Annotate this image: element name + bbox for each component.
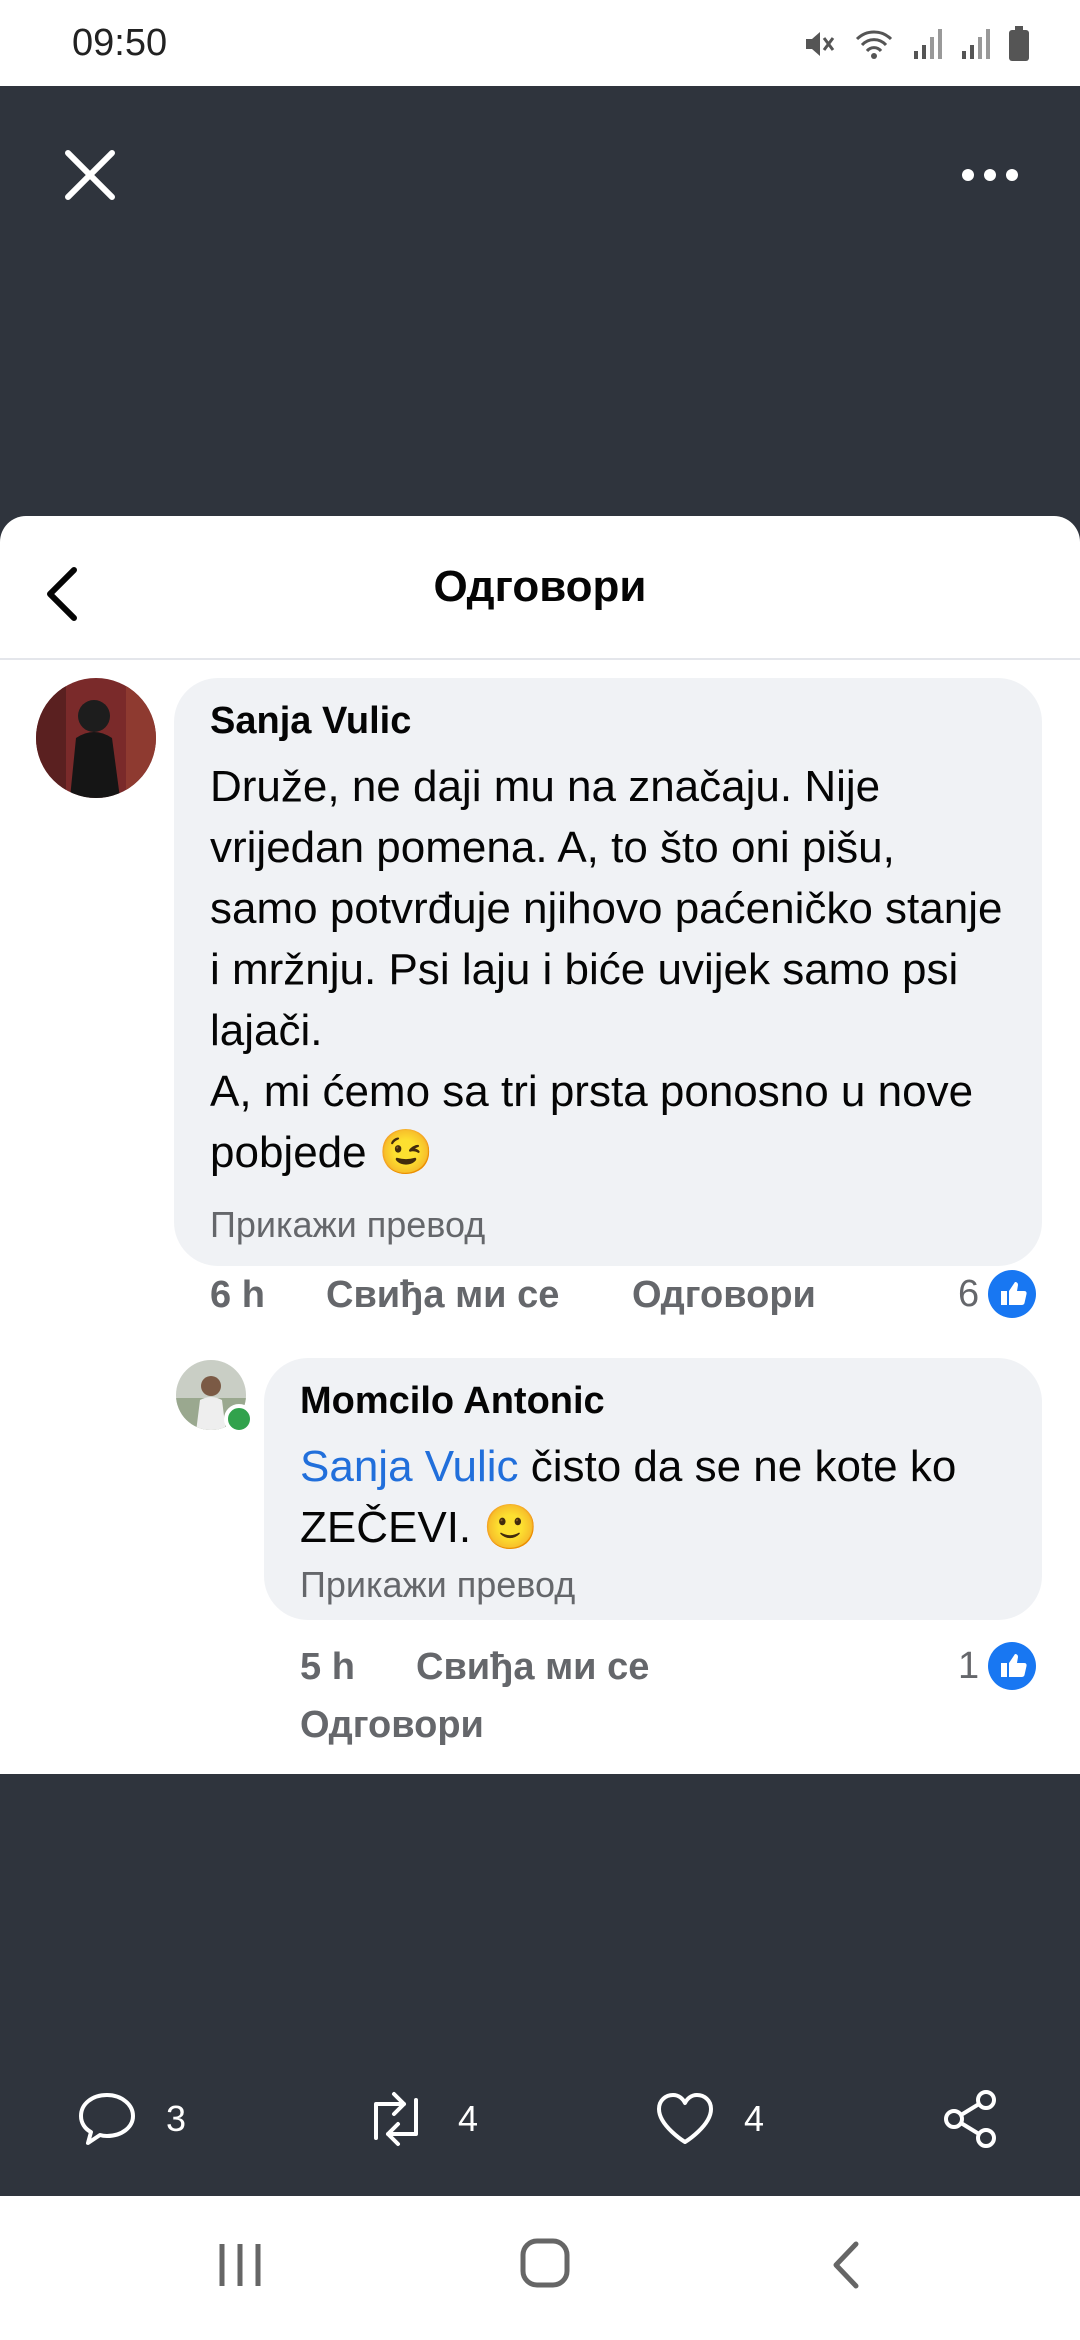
reaction-number: 6: [958, 1272, 980, 1315]
comment-text: Sanja Vulic čisto da se ne kote ko ZEČEV…: [300, 1436, 1020, 1558]
comment-time: 5 h: [300, 1646, 355, 1688]
see-translation-link[interactable]: Прикажи превод: [300, 1564, 575, 1606]
reply-button[interactable]: Одговори: [632, 1274, 816, 1317]
reply-action[interactable]: 3: [76, 2090, 186, 2148]
like-count: 4: [744, 2098, 765, 2139]
battery-icon: [1009, 26, 1029, 61]
reply-button[interactable]: Одговори: [300, 1704, 484, 1747]
avatar[interactable]: [36, 678, 156, 798]
back-nav-icon: [833, 2241, 859, 2289]
signal-2-icon: [962, 29, 990, 59]
share-button[interactable]: [940, 2088, 1002, 2155]
online-status-dot: [224, 1404, 254, 1434]
close-icon: [65, 150, 115, 200]
comment-bubble: Sanja Vulic Druže, ne daji mu na značaju…: [174, 678, 1042, 1266]
status-time: 09:50: [72, 22, 168, 64]
comment-author[interactable]: Sanja Vulic: [210, 700, 411, 743]
reply-screenshot-card: Одговори Sanja Vulic Druže, ne daji mu n…: [0, 516, 1080, 1774]
comment-author[interactable]: Momcilo Antonic: [300, 1380, 605, 1423]
reaction-number: 1: [958, 1644, 980, 1687]
close-button[interactable]: [60, 145, 120, 205]
retweet-action[interactable]: 4: [362, 2090, 478, 2148]
more-icon: [962, 169, 1018, 181]
wifi-icon: [855, 30, 893, 59]
heart-icon: [657, 2093, 713, 2144]
reaction-count[interactable]: 6: [958, 1266, 1037, 1322]
status-bar: 09:50: [0, 0, 1080, 86]
viewer-bottom-area: 3 4 4: [0, 1774, 1080, 2196]
like-icon: [988, 1270, 1037, 1318]
home-icon: [520, 2238, 570, 2288]
reaction-count[interactable]: 1: [958, 1638, 1037, 1694]
recent-apps-icon: [219, 2244, 261, 2286]
see-translation-link[interactable]: Прикажи превод: [210, 1204, 485, 1246]
like-button[interactable]: Свиђа ми се: [326, 1274, 559, 1317]
like-icon: [988, 1642, 1037, 1690]
home-button[interactable]: [518, 2236, 572, 2295]
system-navigation-bar: [0, 2196, 1080, 2340]
wink-emoji: 😉: [378, 1128, 434, 1177]
retweet-icon: [374, 2092, 418, 2146]
retweet-count: 4: [458, 2098, 479, 2139]
like-button[interactable]: Свиђа ми се: [416, 1646, 649, 1689]
comment-time: 6 h: [210, 1274, 265, 1316]
share-icon: [944, 2090, 996, 2148]
status-icons: [802, 22, 1030, 66]
comment-icon: [79, 2093, 135, 2145]
like-action[interactable]: 4: [654, 2090, 764, 2148]
comment-bubble: Momcilo Antonic Sanja Vulic čisto da se …: [264, 1358, 1042, 1620]
reply-count: 3: [166, 2098, 187, 2139]
page-title: Одговори: [433, 562, 647, 611]
recent-apps-button[interactable]: [216, 2240, 266, 2295]
replies-header: Одговори: [0, 516, 1080, 660]
avatar-image: [36, 678, 156, 798]
mention-link[interactable]: Sanja Vulic: [300, 1442, 519, 1491]
comment-text: Druže, ne daji mu na značaju. Nije vrije…: [210, 756, 1010, 1183]
mute-icon: [806, 32, 835, 56]
smile-emoji: 🙂: [483, 1503, 539, 1552]
more-options-button[interactable]: [960, 150, 1020, 200]
comment-text-content: Druže, ne daji mu na značaju. Nije vrije…: [210, 762, 1003, 1177]
viewer-top-area: [0, 86, 1080, 516]
back-nav-button[interactable]: [826, 2238, 866, 2297]
signal-icon: [914, 29, 942, 59]
